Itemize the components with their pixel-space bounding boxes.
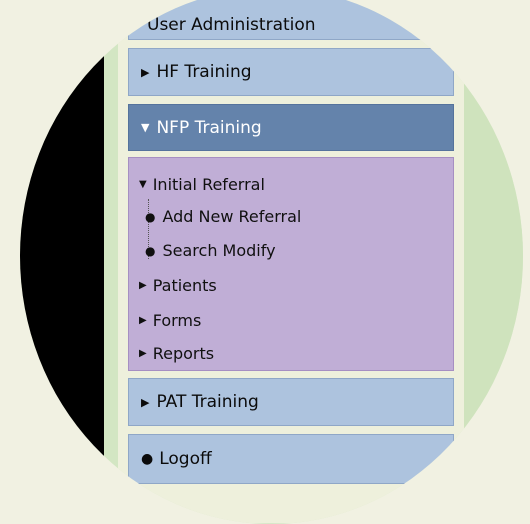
submenu-add-new-referral[interactable]: ● Add New Referral <box>145 207 301 226</box>
submenu-patients[interactable]: ▶ Patients <box>139 276 217 295</box>
left-border <box>104 0 118 523</box>
menu-pat-training[interactable]: ▶ PAT Training <box>128 378 454 426</box>
menu-logoff-label: Logoff <box>159 449 212 469</box>
triangle-right-icon: ▶ <box>141 395 150 409</box>
bullet-icon: ● <box>145 243 156 258</box>
triangle-right-icon: ▶ <box>139 280 147 291</box>
submenu-forms-label: Forms <box>152 311 202 330</box>
submenu-initial-referral-label: Initial Referral <box>152 175 265 194</box>
submenu-reports-label: Reports <box>152 344 215 363</box>
submenu-search-modify[interactable]: ● Search Modify <box>145 241 276 260</box>
bullet-icon: ● <box>145 209 156 224</box>
nfp-submenu: ▼ Initial Referral ● Add New Referral ● … <box>128 157 454 371</box>
menu-nfp-training-label: NFP Training <box>156 117 262 138</box>
bullet-icon: ● <box>141 451 154 467</box>
submenu-forms[interactable]: ▶ Forms <box>139 311 201 330</box>
triangle-right-icon: ▶ <box>141 65 150 79</box>
submenu-reports[interactable]: ▶ Reports <box>139 344 214 363</box>
navigation-screen: User Administration ▶ HF Training ▼ NFP … <box>20 0 523 523</box>
triangle-down-icon: ▼ <box>139 179 147 190</box>
triangle-right-icon: ▶ <box>139 315 147 326</box>
submenu-patients-label: Patients <box>152 276 217 295</box>
triangle-down-icon: ▼ <box>141 121 150 134</box>
menu-user-administration-label: User Administration <box>147 15 316 35</box>
menu-hf-training-label: HF Training <box>156 62 252 82</box>
menu-hf-training[interactable]: ▶ HF Training <box>128 48 454 96</box>
submenu-search-modify-label: Search Modify <box>162 241 276 260</box>
menu-user-administration[interactable]: User Administration <box>128 0 454 40</box>
right-border <box>464 0 523 523</box>
triangle-right-icon: ▶ <box>139 348 147 359</box>
menu-pat-training-label: PAT Training <box>156 392 259 412</box>
magnified-view: User Administration ▶ HF Training ▼ NFP … <box>20 0 523 524</box>
submenu-add-new-referral-label: Add New Referral <box>162 207 302 226</box>
left-panel <box>20 0 104 523</box>
menu-logoff[interactable]: ● Logoff <box>128 434 454 484</box>
menu-nfp-training[interactable]: ▼ NFP Training <box>128 104 454 151</box>
submenu-initial-referral[interactable]: ▼ Initial Referral <box>139 175 265 194</box>
